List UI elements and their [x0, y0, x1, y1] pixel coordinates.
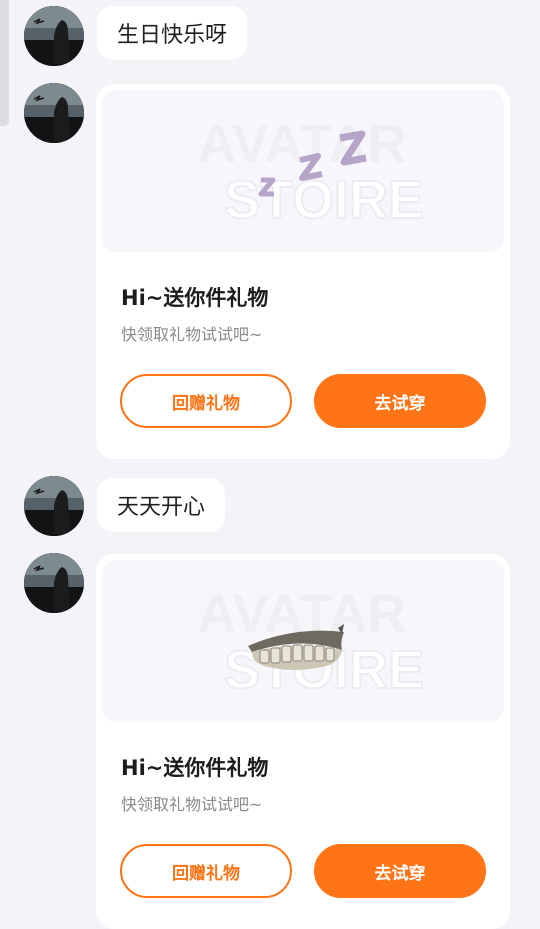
message-text: 天天开心 — [117, 495, 206, 520]
avatar[interactable] — [24, 6, 84, 66]
return-gift-button[interactable]: 回赠礼物 — [120, 374, 292, 428]
message-text: 生日快乐呀 — [117, 23, 228, 48]
gift-preview[interactable]: AVATAR STOIRE — [102, 90, 504, 252]
scrollbar[interactable] — [0, 0, 9, 126]
zzz-sleep-icon — [258, 130, 367, 197]
try-on-button[interactable]: 去试穿 — [314, 374, 486, 428]
avatar-image — [24, 83, 84, 143]
avatar-image — [24, 476, 84, 536]
avatar[interactable] — [24, 553, 84, 613]
try-on-button[interactable]: 去试穿 — [314, 844, 486, 898]
return-gift-button[interactable]: 回赠礼物 — [120, 844, 292, 898]
avatar[interactable] — [24, 83, 84, 143]
gift-title: Hi~送你件礼物 — [121, 756, 269, 780]
avatar-image — [24, 553, 84, 613]
gift-title: Hi~送你件礼物 — [121, 286, 269, 310]
avatar-image — [24, 6, 84, 66]
avatar[interactable] — [24, 476, 84, 536]
gift-subtitle: 快领取礼物试试吧~ — [121, 325, 263, 344]
gift-card[interactable]: AVATAR STOIRE Hi~送你件礼物 快领取礼物试试吧~ 回赠礼物 去试… — [96, 554, 510, 929]
gift-card[interactable]: AVATAR STOIRE Hi~送你件礼物 快领取礼物试试吧~ 回赠礼物 去试… — [96, 84, 510, 459]
message-bubble[interactable]: 生日快乐呀 — [97, 6, 248, 60]
gift-preview[interactable]: AVATAR STOIRE — [102, 560, 504, 722]
grillz-teeth-icon — [248, 624, 344, 670]
gift-subtitle: 快领取礼物试试吧~ — [121, 795, 263, 814]
message-bubble[interactable]: 天天开心 — [97, 478, 226, 532]
